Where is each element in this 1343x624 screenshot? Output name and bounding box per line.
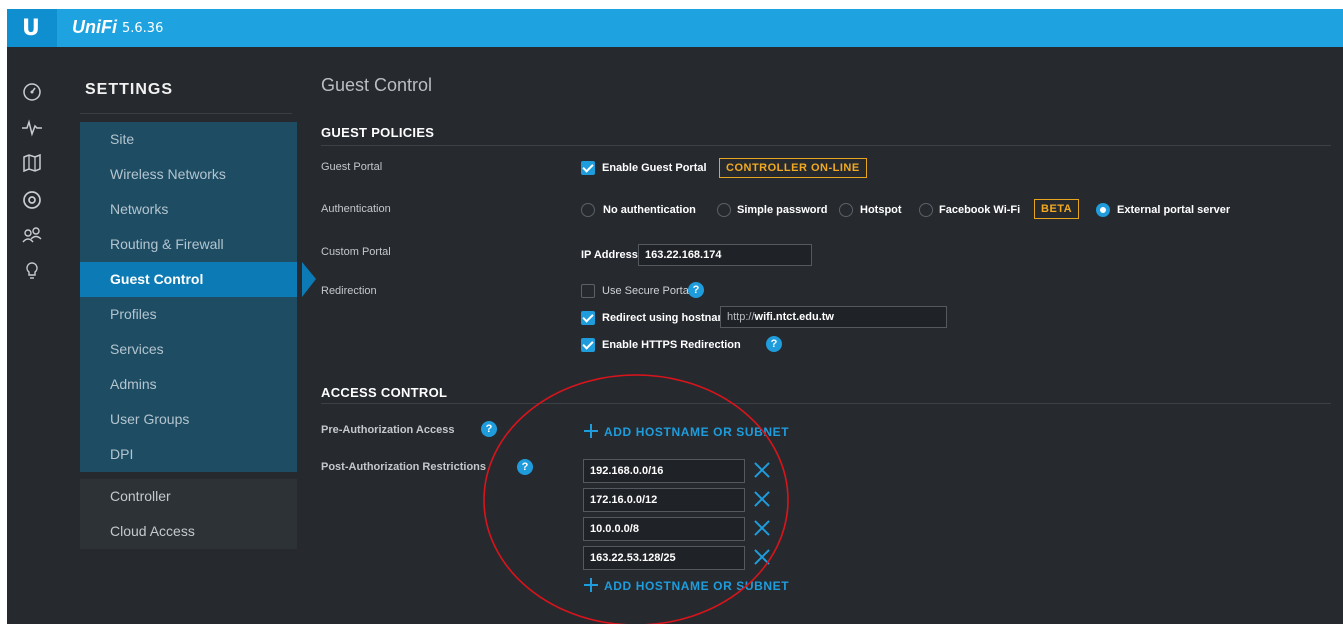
redirect-hostname-label: Redirect using hostname	[602, 312, 734, 324]
external-portal-server-label: External portal server	[1117, 204, 1231, 216]
ip-address-input[interactable]: 163.22.168.174	[638, 244, 812, 266]
plus-icon	[584, 424, 598, 438]
sidebar-item-site[interactable]: Site	[80, 122, 297, 157]
settings-title: SETTINGS	[85, 81, 174, 98]
radio-no-authentication[interactable]	[581, 203, 595, 217]
clients-icon[interactable]	[20, 223, 44, 247]
https-redirection-checkbox[interactable]	[581, 338, 595, 352]
guest-portal-label: Guest Portal	[321, 161, 383, 173]
radio-hotspot[interactable]	[839, 203, 853, 217]
sidebar-item-networks[interactable]: Networks	[80, 192, 297, 227]
sidebar-item-guest-control[interactable]: Guest Control	[80, 262, 316, 297]
section-divider	[321, 145, 1331, 146]
https-redirection-label: Enable HTTPS Redirection	[602, 339, 741, 351]
sidebar-item-user-groups[interactable]: User Groups	[80, 402, 297, 437]
no-authentication-label: No authentication	[603, 204, 696, 216]
dashboard-icon[interactable]	[20, 80, 44, 104]
sidebar-item-label: Guest Control	[110, 271, 204, 287]
pre-auth-add-link[interactable]: ADD HOSTNAME OR SUBNET	[584, 424, 789, 439]
statistics-icon[interactable]	[20, 116, 44, 140]
sidebar-item-dpi[interactable]: DPI	[80, 437, 297, 472]
custom-portal-label: Custom Portal	[321, 246, 391, 258]
redirect-hostname-checkbox[interactable]	[581, 311, 595, 325]
authentication-label: Authentication	[321, 203, 391, 215]
facebook-wifi-label: Facebook Wi-Fi	[939, 204, 1021, 216]
remove-entry-icon[interactable]	[753, 519, 771, 537]
plus-icon	[584, 578, 598, 592]
page-title: Guest Control	[321, 75, 433, 95]
sidebar-item-profiles[interactable]: Profiles	[80, 297, 297, 332]
ubiquiti-logo-icon: U	[22, 16, 40, 41]
enable-guest-portal-checkbox[interactable]	[581, 161, 595, 175]
add-hostname-label: ADD HOSTNAME OR SUBNET	[604, 579, 790, 593]
access-control-title: ACCESS CONTROL	[321, 385, 448, 400]
add-hostname-label: ADD HOSTNAME OR SUBNET	[604, 425, 790, 439]
section-divider	[321, 403, 1331, 404]
secure-portal-help-icon[interactable]: ?	[688, 282, 704, 298]
top-bar: U UniFi 5.6.36	[7, 9, 1343, 47]
radio-facebook-wifi[interactable]	[919, 203, 933, 217]
use-secure-portal-checkbox[interactable]	[581, 284, 595, 298]
settings-sidebar: SETTINGS Site Wireless Networks Networks…	[75, 47, 316, 624]
sidebar-divider	[80, 113, 292, 114]
post-auth-help-icon[interactable]: ?	[517, 459, 533, 475]
remove-entry-icon[interactable]	[753, 461, 771, 479]
sidebar-item-services[interactable]: Services	[80, 332, 297, 367]
controller-online-badge: CONTROLLER ON-LINE	[719, 158, 867, 178]
enable-guest-portal-label: Enable Guest Portal	[602, 162, 707, 174]
sidebar-item-cloud-access[interactable]: Cloud Access	[80, 514, 297, 549]
url-prefix: http://	[727, 311, 755, 323]
hotspot-label: Hotspot	[860, 204, 902, 216]
sidebar-item-wireless-networks[interactable]: Wireless Networks	[80, 157, 297, 192]
unifi-app: U UniFi 5.6.36 SETTINGS Site Wireless Ne…	[7, 9, 1343, 624]
unifi-brand: UniFi	[72, 17, 117, 37]
version-label: 5.6.36	[122, 21, 164, 36]
ubiquiti-logo[interactable]: U	[7, 9, 57, 47]
post-auth-entry-input[interactable]: 10.0.0.0/8	[583, 517, 745, 541]
sidebar-item-routing-firewall[interactable]: Routing & Firewall	[80, 227, 297, 262]
insights-icon[interactable]	[20, 259, 44, 283]
post-auth-entry-input[interactable]: 172.16.0.0/12	[583, 488, 745, 512]
radio-simple-password[interactable]	[717, 203, 731, 217]
sidebar-item-controller[interactable]: Controller	[80, 479, 297, 514]
https-redirection-help-icon[interactable]: ?	[766, 336, 782, 352]
post-auth-label: Post-Authorization Restrictions	[321, 461, 487, 473]
pre-auth-label: Pre-Authorization Access	[321, 424, 455, 436]
sidebar-item-admins[interactable]: Admins	[80, 367, 297, 402]
pre-auth-help-icon[interactable]: ?	[481, 421, 497, 437]
redirect-hostname-input[interactable]: http://wifi.ntct.edu.tw	[720, 306, 947, 328]
guest-policies-title: GUEST POLICIES	[321, 125, 435, 140]
remove-entry-icon[interactable]	[753, 548, 771, 566]
radio-external-portal-server[interactable]	[1096, 203, 1110, 217]
remove-entry-icon[interactable]	[753, 490, 771, 508]
post-auth-entry-input[interactable]: 163.22.53.128/25	[583, 546, 745, 570]
post-auth-add-link[interactable]: ADD HOSTNAME OR SUBNET	[584, 578, 789, 593]
use-secure-portal-label: Use Secure Portal	[602, 285, 692, 297]
devices-icon[interactable]	[20, 188, 44, 212]
post-auth-entry-input[interactable]: 192.168.0.0/16	[583, 459, 745, 483]
hostname-value: wifi.ntct.edu.tw	[754, 311, 834, 323]
icon-rail	[7, 47, 59, 624]
ip-address-label: IP Address	[581, 249, 638, 261]
beta-badge: BETA	[1034, 199, 1080, 219]
map-icon[interactable]	[20, 151, 44, 175]
simple-password-label: Simple password	[737, 204, 828, 216]
redirection-label: Redirection	[321, 285, 377, 297]
main-content: Guest Control GUEST POLICIES Guest Porta…	[307, 47, 1343, 624]
